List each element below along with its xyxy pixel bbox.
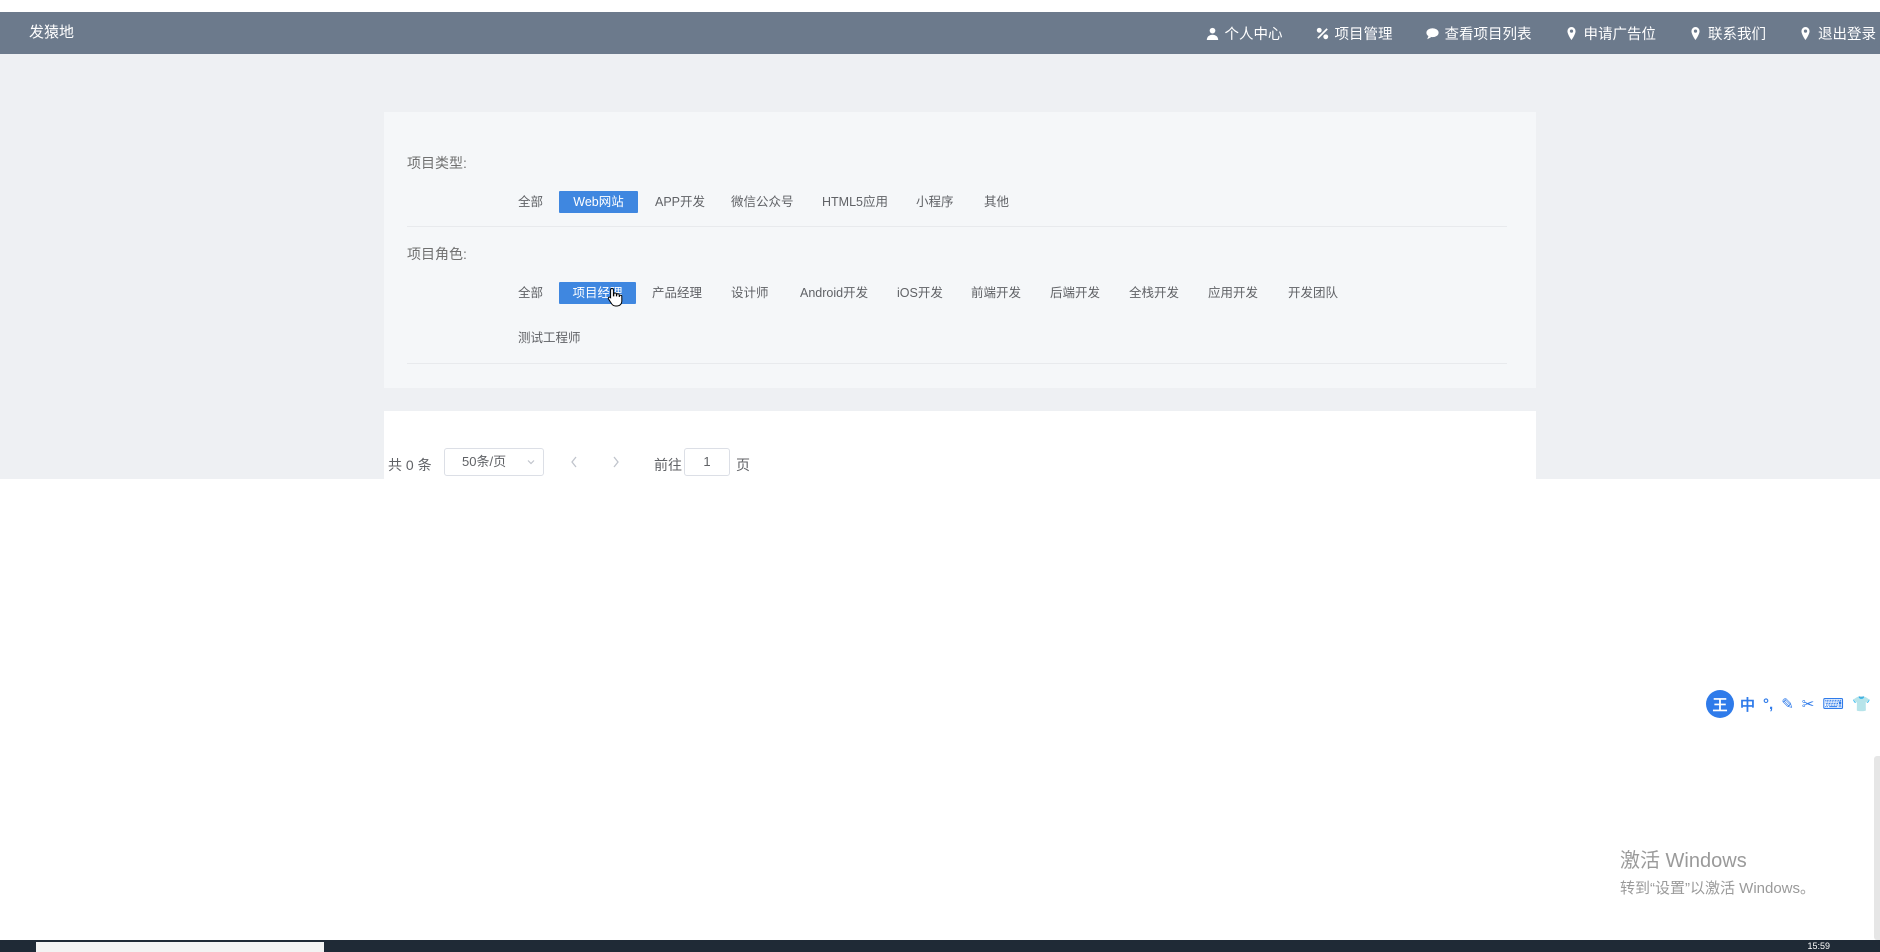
role-option-frontend[interactable]: 前端开发: [964, 282, 1028, 304]
filter-panel: 项目类型: 全部 Web网站 APP开发 微信公众号 HTML5应用 小程序 其…: [384, 112, 1536, 388]
project-type-label: 项目类型:: [407, 155, 467, 171]
role-option-android[interactable]: Android开发: [793, 282, 875, 304]
punctuation-icon[interactable]: °,: [1763, 696, 1773, 713]
scissors-icon[interactable]: ✂: [1802, 695, 1815, 713]
page-size-select[interactable]: 50条/页: [444, 448, 544, 476]
prev-page-button[interactable]: [569, 455, 581, 469]
type-option-web[interactable]: Web网站: [559, 191, 638, 213]
project-role-label: 项目角色:: [407, 246, 467, 262]
map-pin-icon: [1691, 26, 1700, 40]
ime-mode-toggle[interactable]: 中: [1740, 694, 1755, 715]
divider: [407, 363, 1507, 364]
nav-item-logout[interactable]: 退出登录: [1799, 23, 1876, 44]
type-option-all[interactable]: 全部: [511, 191, 550, 213]
map-pin-icon: [1566, 26, 1576, 40]
nav-item-label: 查看项目列表: [1444, 26, 1532, 43]
top-navbar: 发猿地 个人中心 项目管理 查看项目列表 申请广告位 联系我们 退出登录: [0, 12, 1880, 54]
nav-item-label: 退出登录: [1818, 26, 1876, 43]
chevron-left-icon: [571, 456, 577, 468]
chevron-down-icon: [527, 460, 535, 465]
type-option-wechat-oa[interactable]: 微信公众号: [724, 191, 801, 213]
role-option-ios[interactable]: iOS开发: [890, 282, 950, 304]
page-number-input[interactable]: 1: [684, 448, 730, 476]
scrollbar[interactable]: [1874, 756, 1880, 940]
map-pin-icon: [1801, 26, 1810, 40]
role-option-backend[interactable]: 后端开发: [1043, 282, 1107, 304]
comment-icon: [1425, 27, 1439, 39]
nav-item-label: 联系我们: [1708, 26, 1766, 43]
skin-icon[interactable]: 👕: [1852, 695, 1871, 713]
nav-item-label: 申请广告位: [1583, 26, 1657, 43]
taskbar: 15:59: [0, 940, 1880, 952]
role-option-app-dev[interactable]: 应用开发: [1201, 282, 1265, 304]
role-option-dev-team[interactable]: 开发团队: [1281, 282, 1345, 304]
nav-item-contact-us[interactable]: 联系我们: [1689, 23, 1766, 44]
watermark-title: 激活 Windows: [1620, 850, 1747, 872]
percent-icon: [1316, 27, 1328, 39]
goto-prefix: 前往: [654, 457, 682, 473]
user-icon: [1206, 27, 1218, 40]
role-option-qa-engineer[interactable]: 测试工程师: [511, 327, 588, 349]
ime-logo[interactable]: 王: [1706, 690, 1734, 718]
nav-item-apply-ad[interactable]: 申请广告位: [1565, 23, 1657, 44]
type-option-mini-program[interactable]: 小程序: [909, 191, 961, 213]
ime-toolbar: 王 中 °, ✎ ✂ ⌨ 👕: [1706, 690, 1879, 718]
role-option-designer[interactable]: 设计师: [724, 282, 776, 304]
page-size-value: 50条/页: [462, 454, 507, 469]
brand-logo[interactable]: 发猿地: [29, 12, 74, 54]
type-option-html5[interactable]: HTML5应用: [815, 191, 895, 213]
divider: [407, 226, 1507, 227]
type-option-app[interactable]: APP开发: [648, 191, 712, 213]
role-option-product-manager[interactable]: 产品经理: [645, 282, 709, 304]
next-page-button[interactable]: [611, 455, 623, 469]
watermark-subtitle: 转到“设置”以激活 Windows。: [1620, 880, 1816, 897]
role-option-fullstack[interactable]: 全栈开发: [1122, 282, 1186, 304]
total-count: 共 0 条: [388, 457, 432, 473]
chevron-right-icon: [613, 456, 619, 468]
nav-item-project-list[interactable]: 查看项目列表: [1425, 23, 1532, 44]
nav-item-label: 个人中心: [1224, 26, 1283, 43]
nav-item-label: 项目管理: [1334, 26, 1393, 43]
browser-chrome-strip: [0, 0, 1880, 12]
pagination-bar: 共 0 条 50条/页 前往 1 页: [384, 411, 1536, 479]
nav-item-personal-center[interactable]: 个人中心: [1206, 23, 1283, 44]
role-option-project-manager[interactable]: 项目经理: [559, 282, 636, 304]
nav-menu: 个人中心 项目管理 查看项目列表 申请广告位 联系我们 退出登录: [1173, 12, 1876, 54]
type-option-other[interactable]: 其他: [977, 191, 1016, 213]
taskbar-search[interactable]: [36, 942, 324, 952]
role-option-all[interactable]: 全部: [511, 282, 550, 304]
hand-cursor-icon: [607, 287, 623, 307]
activation-watermark: 激活 Windows 转到“设置”以激活 Windows。: [1620, 844, 1815, 898]
pen-icon[interactable]: ✎: [1781, 695, 1794, 713]
nav-item-project-management[interactable]: 项目管理: [1316, 23, 1393, 44]
taskbar-clock[interactable]: 15:59: [1807, 940, 1830, 952]
keyboard-icon[interactable]: ⌨: [1822, 695, 1844, 713]
goto-suffix: 页: [736, 457, 750, 473]
